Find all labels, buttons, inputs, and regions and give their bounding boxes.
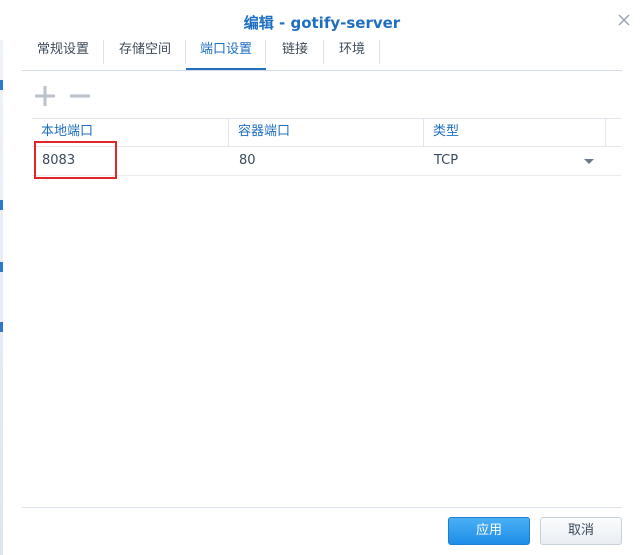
tab-storage[interactable]: 存储空间 [104,36,186,69]
tab-label: 环境 [338,42,365,57]
edge-mark [0,322,3,332]
column-header-type[interactable]: 类型 [424,119,606,146]
title-bar: 编辑 - gotify-server [0,0,644,40]
tab-label: 端口设置 [199,42,252,57]
tab-label: 链接 [281,42,308,57]
edge-mark [0,262,3,272]
port-table: 本地端口 容器端口 类型 8083 80 TCP [32,118,621,176]
background-window-edge [0,0,3,555]
tab-label: 存储空间 [118,42,171,57]
edge-mark [0,200,3,210]
tab-environment[interactable]: 环境 [324,36,380,69]
apply-button[interactable]: 应用 [448,517,530,545]
table-row[interactable]: 8083 80 TCP [32,147,621,176]
type-cell[interactable]: TCP [424,147,621,175]
cancel-button[interactable]: 取消 [540,517,622,545]
footer-divider [22,507,622,508]
tab-general[interactable]: 常规设置 [22,36,104,69]
local-port-cell[interactable]: 8083 [32,147,229,175]
type-value: TCP [434,153,459,168]
table-header: 本地端口 容器端口 类型 [32,118,621,147]
tab-bar: 常规设置 存储空间 端口设置 链接 环境 [22,36,622,71]
edit-dialog: 编辑 - gotify-server 常规设置 存储空间 端口设置 链接 环境 [0,0,644,555]
tab-port-settings[interactable]: 端口设置 [186,36,266,70]
column-header-local-port[interactable]: 本地端口 [32,119,229,146]
chevron-down-icon[interactable] [584,159,594,164]
container-port-cell[interactable]: 80 [229,147,424,175]
column-header-container-port[interactable]: 容器端口 [229,119,424,146]
edge-mark [0,80,3,90]
tab-links[interactable]: 链接 [266,36,324,69]
plus-icon[interactable] [33,84,57,108]
tab-label: 常规设置 [36,42,89,57]
close-icon[interactable] [616,12,632,28]
minus-icon[interactable] [68,84,92,108]
dialog-title: 编辑 - gotify-server [243,14,401,32]
